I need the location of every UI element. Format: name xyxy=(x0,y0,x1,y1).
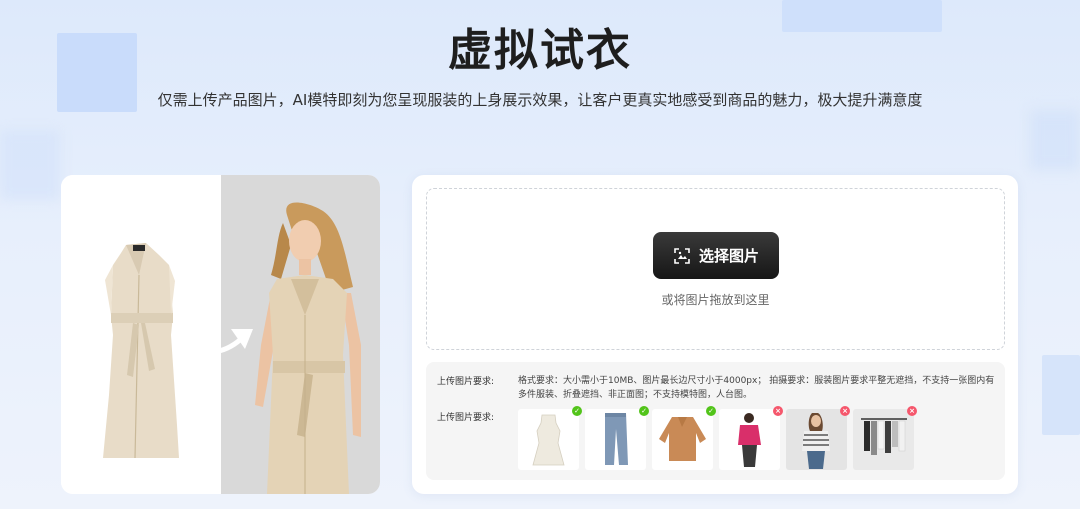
check-icon: ✓ xyxy=(572,406,582,416)
cross-icon: × xyxy=(773,406,783,416)
requirements-text: 格式要求：大小需小于10MB、图片最长边尺寸小于4000px； 拍摄要求：服装图… xyxy=(518,376,995,400)
page-subtitle: 仅需上传产品图片，AI模特即刻为您呈现服装的上身展示效果，让客户更真实地感受到商… xyxy=(157,91,923,109)
sweater-thumbnail xyxy=(659,417,706,461)
cross-icon: × xyxy=(907,406,917,416)
decor-blur xyxy=(1030,110,1080,170)
examples-label: 上传图片要求: xyxy=(437,413,495,423)
clothes-rack-thumbnail xyxy=(861,418,907,455)
example-model-striped: × xyxy=(786,406,850,470)
dress-thumbnail xyxy=(532,414,565,466)
check-icon: ✓ xyxy=(706,406,716,416)
page-title: 虚拟试衣 xyxy=(448,25,632,76)
model-striped-thumbnail xyxy=(802,413,830,469)
upload-requirements: 上传图片要求: 格式要求：大小需小于10MB、图片最长边尺寸小于4000px； … xyxy=(426,362,1005,480)
example-model-pink: × xyxy=(719,406,783,470)
scan-image-icon xyxy=(674,247,690,264)
upload-panel: 选择图片 或将图片拖放到这里 上传图片要求: 格式要求：大小需小于10MB、图片… xyxy=(412,175,1018,494)
try-on-showcase xyxy=(61,175,380,494)
select-image-button[interactable]: 选择图片 xyxy=(653,232,779,279)
decor-block xyxy=(1042,355,1080,435)
example-white-dress: ✓ xyxy=(518,406,582,470)
arrow-icon xyxy=(180,329,253,355)
example-jeans: ✓ xyxy=(585,406,649,470)
jeans-thumbnail xyxy=(605,413,628,465)
example-sweater: ✓ xyxy=(652,406,716,470)
cross-icon: × xyxy=(840,406,850,416)
example-images: ✓ ✓ ✓ × × × xyxy=(518,406,917,470)
decor-blur xyxy=(0,130,60,200)
select-image-label: 选择图片 xyxy=(698,247,759,265)
example-clothes-rack: × xyxy=(853,406,917,470)
requirements-label: 上传图片要求: xyxy=(437,377,495,387)
check-icon: ✓ xyxy=(639,406,649,416)
image-dropzone[interactable]: 选择图片 或将图片拖放到这里 xyxy=(426,188,1005,350)
model-pink-thumbnail xyxy=(738,413,761,467)
drop-hint: 或将图片拖放到这里 xyxy=(661,293,770,307)
